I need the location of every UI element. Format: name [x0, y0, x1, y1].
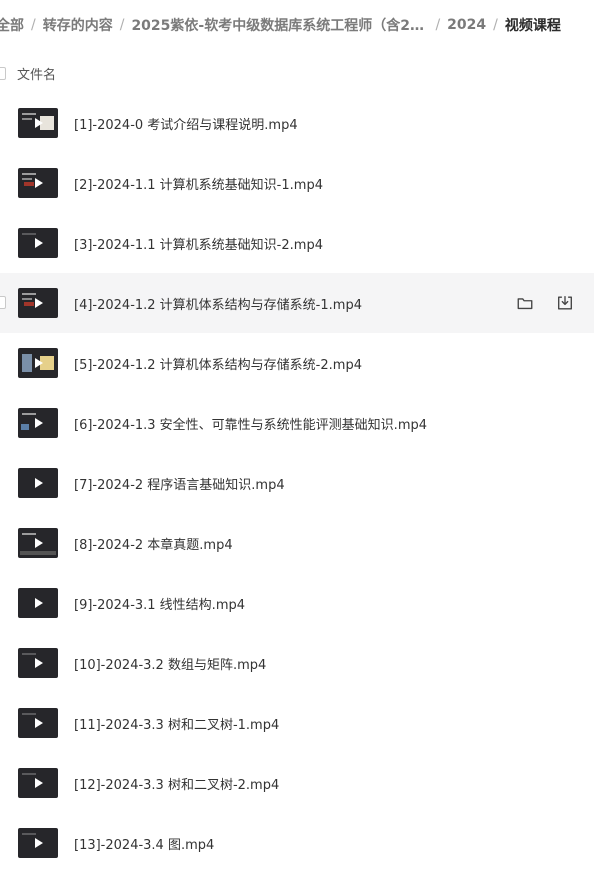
breadcrumb-link[interactable]: 2024 — [447, 17, 486, 33]
breadcrumb-separator: / — [493, 17, 498, 33]
file-name[interactable]: [5]-2024-1.2 计算机体系结构与存储系统-2.mp4 — [74, 354, 362, 373]
file-row[interactable]: [10]-2024-3.2 数组与矩阵.mp4 — [0, 633, 594, 693]
file-row[interactable]: [1]-2024-0 考试介绍与课程说明.mp4 — [0, 93, 594, 153]
play-icon — [35, 478, 43, 488]
file-list: [1]-2024-0 考试介绍与课程说明.mp4 [2]-2024-1.1 计算机… — [0, 93, 594, 873]
video-thumbnail[interactable] — [18, 348, 58, 378]
file-name[interactable]: [12]-2024-3.3 树和二叉树-2.mp4 — [74, 774, 279, 793]
play-icon — [35, 178, 43, 188]
file-name[interactable]: [9]-2024-3.1 线性结构.mp4 — [74, 594, 245, 613]
breadcrumb-link[interactable]: 2025紫依-软考中级数据库系统工程师（含20... — [131, 15, 428, 35]
video-thumbnail[interactable] — [18, 588, 58, 618]
select-all-checkbox[interactable] — [0, 66, 6, 80]
file-name[interactable]: [8]-2024-2 本章真题.mp4 — [74, 534, 233, 553]
video-thumbnail[interactable] — [18, 288, 58, 318]
video-thumbnail[interactable] — [18, 528, 58, 558]
file-name[interactable]: [3]-2024-1.1 计算机系统基础知识-2.mp4 — [74, 234, 323, 253]
file-row[interactable]: [5]-2024-1.2 计算机体系结构与存储系统-2.mp4 — [0, 333, 594, 393]
file-name[interactable]: [7]-2024-2 程序语言基础知识.mp4 — [74, 474, 285, 493]
file-name[interactable]: [13]-2024-3.4 图.mp4 — [74, 834, 214, 853]
breadcrumb-current: 视频课程 — [504, 18, 561, 34]
breadcrumb-separator: / — [31, 17, 36, 33]
video-thumbnail[interactable] — [18, 408, 58, 438]
play-icon — [35, 298, 43, 308]
play-icon — [35, 358, 43, 368]
video-thumbnail[interactable] — [18, 768, 58, 798]
video-thumbnail[interactable] — [18, 708, 58, 738]
file-row[interactable]: [11]-2024-3.3 树和二叉树-1.mp4 — [0, 693, 594, 753]
play-icon — [35, 418, 43, 428]
row-checkbox[interactable] — [0, 296, 6, 309]
file-name[interactable]: [1]-2024-0 考试介绍与课程说明.mp4 — [74, 114, 298, 133]
video-thumbnail[interactable] — [18, 168, 58, 198]
video-thumbnail[interactable] — [18, 108, 58, 138]
breadcrumb-link[interactable]: 转存的内容 — [43, 15, 113, 35]
file-row[interactable]: [3]-2024-1.1 计算机系统基础知识-2.mp4 — [0, 213, 594, 273]
file-name[interactable]: [11]-2024-3.3 树和二叉树-1.mp4 — [74, 714, 279, 733]
breadcrumb: 全部 / 转存的内容 / 2025紫依-软考中级数据库系统工程师（含20... / 2024… — [0, 12, 561, 38]
play-icon — [35, 778, 43, 788]
file-row[interactable]: [13]-2024-3.4 图.mp4 — [0, 813, 594, 873]
list-header: 文件名 — [0, 58, 594, 88]
play-icon — [35, 718, 43, 728]
folder-icon[interactable] — [516, 294, 534, 312]
play-icon — [35, 838, 43, 848]
file-row[interactable]: [6]-2024-1.3 安全性、可靠性与系统性能评测基础知识.mp4 — [0, 393, 594, 453]
video-thumbnail[interactable] — [18, 468, 58, 498]
file-name[interactable]: [6]-2024-1.3 安全性、可靠性与系统性能评测基础知识.mp4 — [74, 414, 427, 433]
video-thumbnail[interactable] — [18, 648, 58, 678]
file-row[interactable]: [2]-2024-1.1 计算机系统基础知识-1.mp4 — [0, 153, 594, 213]
name-column-header[interactable]: 文件名 — [17, 64, 56, 83]
breadcrumb-link[interactable]: 全部 — [0, 15, 24, 35]
play-icon — [35, 538, 43, 548]
breadcrumb-separator: / — [119, 17, 125, 33]
play-icon — [35, 238, 43, 248]
file-row[interactable]: [4]-2024-1.2 计算机体系结构与存储系统-1.mp4 — [0, 273, 594, 333]
play-icon — [35, 658, 43, 668]
breadcrumb-separator: / — [435, 17, 441, 33]
file-row[interactable]: [12]-2024-3.3 树和二叉树-2.mp4 — [0, 753, 594, 813]
file-row[interactable]: [9]-2024-3.1 线性结构.mp4 — [0, 573, 594, 633]
video-thumbnail[interactable] — [18, 828, 58, 858]
row-actions — [516, 294, 574, 312]
file-name[interactable]: [2]-2024-1.1 计算机系统基础知识-1.mp4 — [74, 174, 323, 193]
video-thumbnail[interactable] — [18, 228, 58, 258]
play-icon — [35, 598, 43, 608]
file-name[interactable]: [4]-2024-1.2 计算机体系结构与存储系统-1.mp4 — [74, 294, 362, 313]
play-icon — [35, 118, 43, 128]
file-name[interactable]: [10]-2024-3.2 数组与矩阵.mp4 — [74, 654, 266, 673]
file-row[interactable]: [7]-2024-2 程序语言基础知识.mp4 — [0, 453, 594, 513]
download-icon[interactable] — [556, 294, 574, 312]
file-row[interactable]: [8]-2024-2 本章真题.mp4 — [0, 513, 594, 573]
